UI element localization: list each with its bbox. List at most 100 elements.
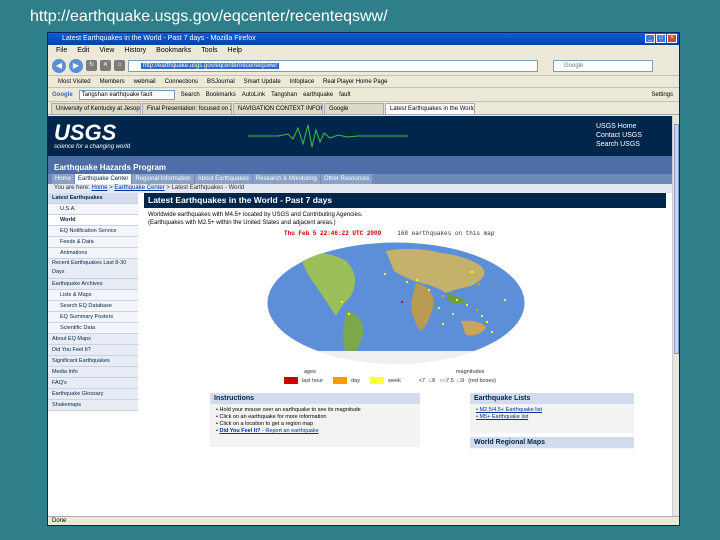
instruction-item: Click on a location to get a region map — [216, 421, 414, 428]
subnav-other[interactable]: Other Resources — [320, 174, 373, 184]
toolbar-search-input[interactable]: Tangshan earthquake fault — [78, 89, 175, 100]
bookmark-item[interactable]: BSJournal — [207, 76, 235, 87]
usgs-header: USGS science for a changing world USGS H… — [48, 116, 674, 156]
menu-view[interactable]: View — [99, 45, 114, 56]
close-icon[interactable]: × — [667, 34, 677, 43]
reload-icon[interactable]: ↻ — [86, 60, 97, 71]
leftnav-item[interactable]: Latest Earthquakes — [48, 193, 138, 204]
leftnav-item[interactable]: EQ Summary Posters — [48, 312, 138, 323]
bookmark-item[interactable]: Connections — [165, 76, 198, 87]
leftnav-item-current[interactable]: World — [48, 215, 138, 226]
breadcrumb-home[interactable]: Home — [91, 185, 107, 191]
toolbar-item[interactable]: Tangshan — [271, 92, 297, 98]
search-usgs-link[interactable]: Search USGS — [596, 140, 642, 149]
usgs-tagline: science for a changing world — [54, 144, 131, 150]
browser-tab-active[interactable]: Latest Earthquakes in the World - ... — [385, 103, 475, 114]
subnav-regional-info[interactable]: Regional Information — [132, 174, 194, 184]
leftnav-item[interactable]: Shakemaps — [48, 400, 138, 411]
usgs-logo[interactable]: USGS — [54, 120, 116, 146]
leftnav-item[interactable]: FAQ's — [48, 378, 138, 389]
legend-age-swatch — [284, 377, 298, 384]
leftnav-item[interactable]: Animations — [48, 248, 138, 259]
subnav-home[interactable]: Home — [52, 174, 75, 184]
search-input[interactable]: Google — [553, 59, 653, 72]
eqlist-link[interactable]: M2.5/4.5+ Earthquake list — [476, 407, 628, 414]
navigation-toolbar: ◀ ▶ ↻ ✕ ⌂ http://earthquake.usgs.gov/eqc… — [48, 56, 679, 76]
contact-usgs-link[interactable]: Contact USGS — [596, 131, 642, 140]
legend-mag: (red boxes) — [468, 377, 497, 384]
bookmark-item[interactable]: Most Visited — [58, 76, 91, 87]
forward-icon[interactable]: ▶ — [69, 58, 83, 73]
breadcrumb: You are here: Home > Earthquake Center >… — [48, 184, 674, 193]
subnav-research[interactable]: Research & Monitoring — [252, 174, 320, 184]
legend-mag: □9 — [457, 377, 465, 384]
bookmark-item[interactable]: Real Player Home Page — [323, 76, 387, 87]
toolbar-item[interactable]: Search — [181, 92, 200, 98]
breadcrumb-eqcenter[interactable]: Earthquake Center — [114, 185, 164, 191]
browser-tab[interactable]: NAVIGATION CONTEXT INFORMATION — [233, 103, 323, 114]
window-title: Latest Earthquakes in the World - Past 7… — [62, 35, 256, 42]
leftnav-item[interactable]: U.S.A. — [48, 204, 138, 215]
leftnav-item[interactable]: Recent Earthquakes Last 8-30 Days — [48, 259, 138, 279]
usgs-home-link[interactable]: USGS Home — [596, 122, 642, 131]
leftnav-item[interactable]: Earthquake Archives — [48, 279, 138, 290]
bookmark-item[interactable]: Smart Update — [244, 76, 281, 87]
bookmark-item[interactable]: Infoplace — [290, 76, 314, 87]
map-legend: ages magnitudes last hour day week <7 □6… — [284, 369, 544, 384]
leftnav-item[interactable]: EQ Notification Service — [48, 226, 138, 237]
menu-file[interactable]: File — [56, 45, 67, 56]
toolbar-item[interactable]: Settings — [651, 92, 673, 98]
leftnav-item[interactable]: About EQ Maps — [48, 334, 138, 345]
dyfi-link[interactable]: Did You Feel It? — [219, 428, 260, 434]
menu-tools[interactable]: Tools — [201, 45, 217, 56]
leftnav-item[interactable]: Did You Feel It? — [48, 345, 138, 356]
instructions-panel: Instructions Hold your mouse over an ear… — [210, 393, 420, 447]
maximize-icon[interactable]: □ — [656, 34, 666, 43]
toolbar-item[interactable]: AutoLink — [242, 92, 265, 98]
leftnav-item[interactable]: Feeds & Data — [48, 237, 138, 248]
stop-icon[interactable]: ✕ — [100, 60, 111, 71]
eqlist-link[interactable]: M5+ Earthquake list — [476, 414, 628, 421]
breadcrumb-current: Latest Earthquakes - World — [171, 185, 245, 191]
legend-magnitudes-label: magnitudes — [455, 369, 485, 375]
scrollbar-thumb[interactable] — [674, 124, 679, 354]
menu-history[interactable]: History — [124, 45, 146, 56]
toolbar-item[interactable]: Bookmarks — [206, 92, 236, 98]
program-banner: Earthquake Hazards Program — [48, 162, 674, 174]
google-toolbar: Google Tangshan earthquake fault Search … — [48, 88, 679, 102]
subnav-earthquake-center[interactable]: Earthquake Center — [75, 174, 132, 184]
world-earthquake-map[interactable] — [266, 241, 526, 365]
minimize-icon[interactable]: _ — [645, 34, 655, 43]
toolbar-item[interactable]: fault — [339, 92, 350, 98]
leftnav-item[interactable]: Lists & Maps — [48, 290, 138, 301]
leftnav-item[interactable]: Search EQ Database — [48, 301, 138, 312]
browser-tab[interactable]: Google — [324, 103, 384, 114]
toolbar-item[interactable]: earthquake — [303, 92, 333, 98]
browser-tab[interactable]: University of Kentucky at Jesop Science — [51, 103, 141, 114]
menu-help[interactable]: Help — [228, 45, 242, 56]
description-2: (Earthquakes with M2.5+ within the Unite… — [148, 220, 336, 226]
dyfi-item: Did You Feel It? - Report an earthquake — [216, 428, 414, 435]
subnav-about-earthquakes[interactable]: About Earthquakes — [194, 174, 252, 184]
menu-bookmarks[interactable]: Bookmarks — [156, 45, 191, 56]
browser-tab[interactable]: Final Presentation: focused on 2010... — [142, 103, 232, 114]
menu-edit[interactable]: Edit — [77, 45, 89, 56]
main-content: Latest Earthquakes in the World - Past 7… — [144, 193, 666, 449]
bookmark-item[interactable]: webmail — [134, 76, 156, 87]
leftnav-item[interactable]: Media Info — [48, 367, 138, 378]
leftnav-item[interactable]: Significant Earthquakes — [48, 356, 138, 367]
legend-age-label: day — [351, 377, 360, 384]
leftnav-item[interactable]: Earthquake Glossary — [48, 389, 138, 400]
home-icon[interactable]: ⌂ — [114, 60, 125, 71]
legend-ages-label: ages — [304, 369, 316, 375]
instructions-title: Instructions — [210, 393, 420, 404]
site-subnav: Home Earthquake Center Regional Informat… — [48, 174, 674, 184]
back-icon[interactable]: ◀ — [52, 58, 66, 73]
tab-bar: University of Kentucky at Jesop Science … — [48, 102, 679, 115]
leftnav-item[interactable]: Scientific Data — [48, 323, 138, 334]
seismogram-graphic — [248, 124, 408, 148]
vertical-scrollbar[interactable] — [672, 116, 679, 518]
dyfi-link-rest[interactable]: - Report an earthquake — [261, 428, 319, 434]
address-bar[interactable]: http://earthquake.usgs.gov/eqcenter/rece… — [128, 59, 538, 72]
bookmark-item[interactable]: Members — [100, 76, 125, 87]
